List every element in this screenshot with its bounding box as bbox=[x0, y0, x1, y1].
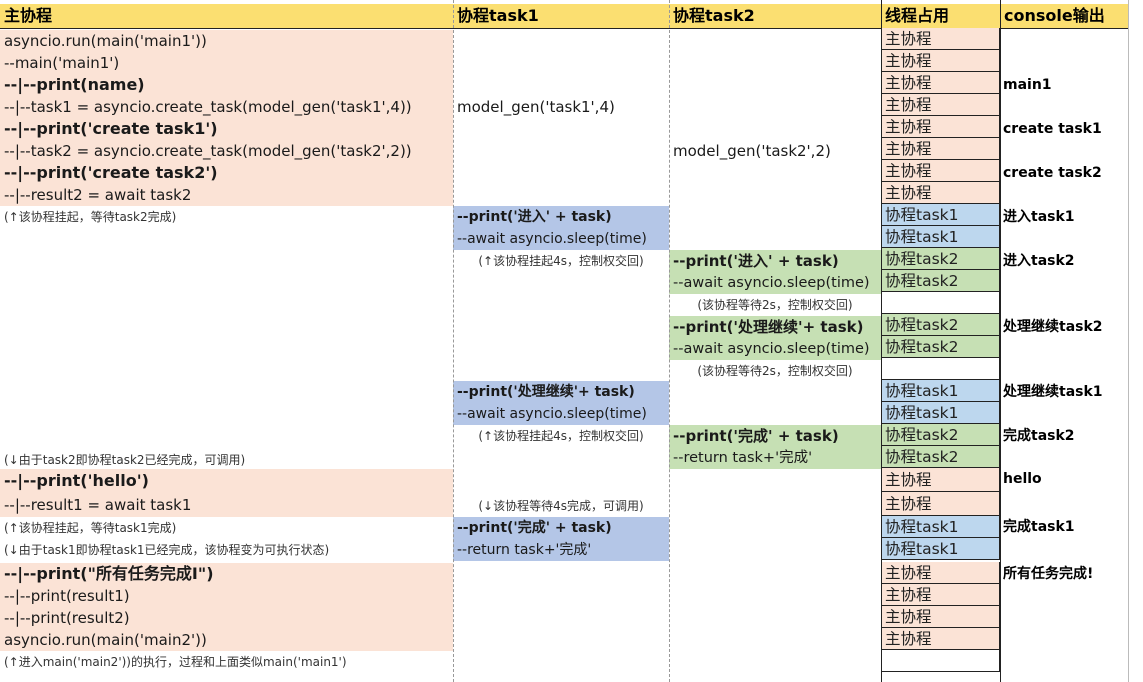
thread-r24: 主协程 bbox=[881, 584, 1000, 606]
console-enter-task2: 进入task2 bbox=[1003, 253, 1075, 269]
task2-note-sleep1: (该协程等待2s，控制权交回) bbox=[697, 298, 853, 312]
thread-r9: 协程task1 bbox=[881, 204, 1000, 226]
task2-sleep1: --await asyncio.sleep(time) bbox=[669, 272, 881, 294]
thread-r10: 协程task1 bbox=[881, 226, 1000, 248]
task2-model-gen: model_gen('task2',2) bbox=[673, 142, 831, 160]
thread-r21: 协程task1 bbox=[881, 516, 1000, 538]
header-task1: 协程task1 bbox=[453, 4, 669, 28]
task1-return: --return task+'完成' bbox=[453, 539, 669, 561]
thread-r25: 主协程 bbox=[881, 606, 1000, 628]
main-note-task1-done: (↓由于task1即协程task1已经完成，该协程变为可执行状态) bbox=[4, 543, 330, 557]
thread-r1: 主协程 bbox=[881, 28, 1000, 50]
thread-r5: 主协程 bbox=[881, 116, 1000, 138]
header-thread: 线程占用 bbox=[881, 4, 1000, 28]
task1-note-sleep1: (↑该协程挂起4s，控制权交回) bbox=[478, 254, 644, 268]
console-create-task1: create task1 bbox=[1003, 121, 1102, 137]
main-create-task1: --|--task1 = asyncio.create_task(model_g… bbox=[0, 96, 453, 118]
thread-r12: 协程task2 bbox=[881, 270, 1000, 292]
main-print-hello: --|--print('hello') bbox=[0, 469, 453, 493]
thread-r22: 协程task1 bbox=[881, 538, 1000, 560]
thread-empty-1 bbox=[881, 292, 1000, 314]
main-await-task1: --|--result1 = await task1 bbox=[0, 493, 453, 517]
header-task2: 协程task2 bbox=[669, 4, 881, 28]
task2-print-continue: --print('处理继续'+ task) bbox=[669, 316, 881, 338]
thread-r11: 协程task2 bbox=[881, 248, 1000, 270]
main-note-suspend-task2: (↑该协程挂起，等待task2完成) bbox=[4, 210, 177, 224]
main-print-result1: --|--print(result1) bbox=[0, 585, 453, 607]
main-note-main2: (↑进入main('main2'))的执行，过程和上面类似main('main1… bbox=[4, 655, 347, 669]
main-print-create-task2: --|--print('create task2') bbox=[0, 162, 453, 184]
thread-r3: 主协程 bbox=[881, 72, 1000, 94]
header-main: 主协程 bbox=[0, 4, 453, 28]
thread-r8: 主协程 bbox=[881, 182, 1000, 204]
thread-empty-3 bbox=[881, 650, 1000, 672]
console-done-task2: 完成task2 bbox=[1003, 428, 1075, 444]
main-run2: asyncio.run(main('main2')) bbox=[0, 629, 453, 651]
console-enter-task1: 进入task1 bbox=[1003, 209, 1075, 225]
main-print-all-done: --|--print("所有任务完成Ⅰ") bbox=[0, 563, 453, 585]
thread-empty-2 bbox=[881, 358, 1000, 380]
task1-print-done: --print('完成' + task) bbox=[453, 517, 669, 539]
main-note-suspend-task1: (↑该协程挂起，等待task1完成) bbox=[4, 521, 177, 535]
thread-r2: 主协程 bbox=[881, 50, 1000, 72]
main-print-name: --|--print(name) bbox=[0, 74, 453, 96]
main-run1: asyncio.run(main('main1')) bbox=[0, 30, 453, 52]
thread-r26: 主协程 bbox=[881, 628, 1000, 650]
thread-r23: 主协程 bbox=[881, 562, 1000, 584]
thread-r7: 主协程 bbox=[881, 160, 1000, 182]
thread-r14: 协程task2 bbox=[881, 336, 1000, 358]
thread-r17: 协程task2 bbox=[881, 424, 1000, 446]
console-create-task2: create task2 bbox=[1003, 165, 1102, 181]
console-done-task1: 完成task1 bbox=[1003, 519, 1075, 535]
task1-print-continue: --print('处理继续'+ task) bbox=[453, 381, 669, 403]
main-print-create-task1: --|--print('create task1') bbox=[0, 118, 453, 140]
task1-model-gen: model_gen('task1',4) bbox=[457, 98, 615, 116]
thread-r20: 主协程 bbox=[881, 492, 1000, 516]
spreadsheet: 主协程 协程task1 协程task2 线程占用 console输出 async… bbox=[0, 0, 1143, 682]
thread-r18: 协程task2 bbox=[881, 446, 1000, 468]
console-all-done: 所有任务完成! bbox=[1003, 566, 1094, 582]
task2-sleep2: --await asyncio.sleep(time) bbox=[669, 338, 881, 360]
main-print-result2: --|--print(result2) bbox=[0, 607, 453, 629]
thread-r19: 主协程 bbox=[881, 468, 1000, 492]
main-await-task2: --|--result2 = await task2 bbox=[0, 184, 453, 206]
task1-note-sleep2: (↑该协程挂起4s，控制权交回) bbox=[478, 429, 644, 443]
task1-print-enter: --print('进入' + task) bbox=[453, 206, 669, 228]
task1-sleep2: --await asyncio.sleep(time) bbox=[453, 403, 669, 425]
task1-note-wait-done: (↓该协程等待4s完成，可调用) bbox=[478, 499, 644, 513]
main-create-task2: --|--task2 = asyncio.create_task(model_g… bbox=[0, 140, 453, 162]
thread-r4: 主协程 bbox=[881, 94, 1000, 116]
thread-r13: 协程task2 bbox=[881, 314, 1000, 336]
thread-r6: 主协程 bbox=[881, 138, 1000, 160]
console-continue-task1: 处理继续task1 bbox=[1003, 384, 1103, 400]
task2-print-enter: --print('进入' + task) bbox=[669, 250, 881, 272]
main-call: --main('main1') bbox=[0, 52, 453, 74]
header-console: console输出 bbox=[1000, 4, 1128, 28]
thread-r15: 协程task1 bbox=[881, 380, 1000, 402]
console-hello: hello bbox=[1003, 471, 1042, 487]
thread-r16: 协程task1 bbox=[881, 402, 1000, 424]
console-main1: main1 bbox=[1003, 77, 1052, 93]
console-continue-task2: 处理继续task2 bbox=[1003, 319, 1103, 335]
task2-return: --return task+'完成' bbox=[669, 447, 881, 469]
task2-print-done: --print('完成' + task) bbox=[669, 425, 881, 447]
task2-note-sleep2: (该协程等待2s，控制权交回) bbox=[697, 364, 853, 378]
task1-sleep1: --await asyncio.sleep(time) bbox=[453, 228, 669, 250]
main-note-task2-done: (↓由于task2即协程task2已经完成，可调用) bbox=[4, 453, 246, 467]
